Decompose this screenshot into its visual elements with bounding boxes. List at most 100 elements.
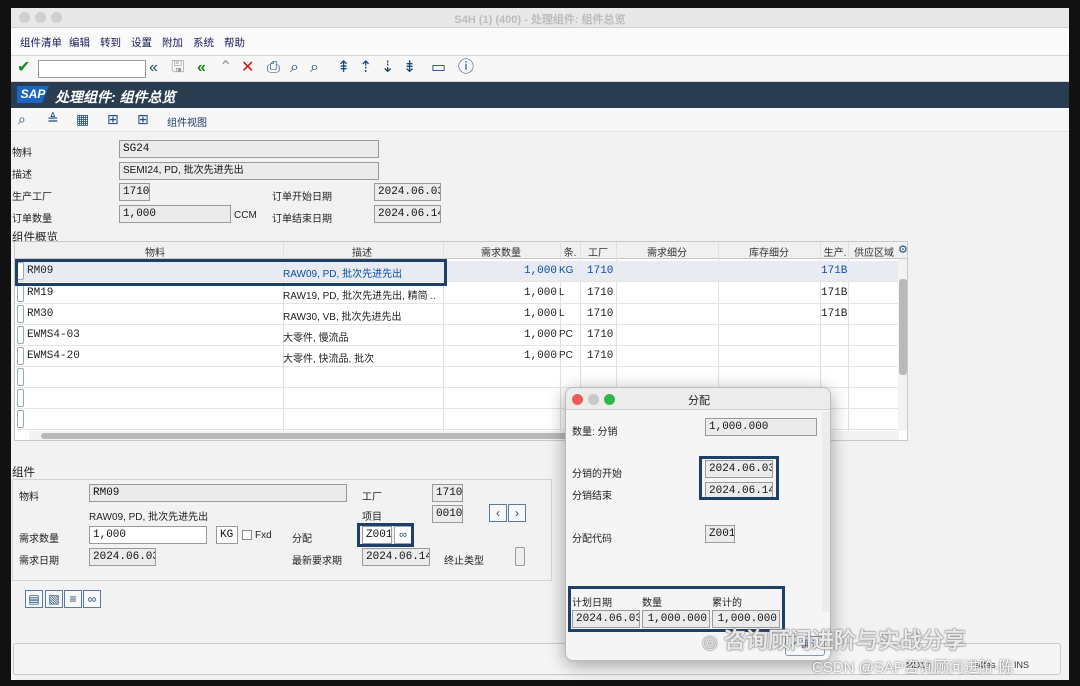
menu-edit[interactable]: 编辑 bbox=[69, 35, 90, 50]
header-plant-field[interactable]: 1710 bbox=[119, 183, 150, 201]
row-qty[interactable]: 1,000 bbox=[443, 329, 557, 341]
col-material[interactable]: 物料 bbox=[27, 244, 283, 259]
highlight-distribution-field bbox=[357, 523, 414, 547]
print-icon[interactable]: ⎙ bbox=[267, 58, 280, 78]
previous-item-button[interactable]: ‹ bbox=[489, 504, 507, 522]
row-plant[interactable]: 1710 bbox=[587, 265, 613, 277]
row-plant[interactable]: 1710 bbox=[587, 308, 613, 320]
find-next-icon[interactable]: ⌕ bbox=[310, 58, 319, 78]
row-plant[interactable]: 1710 bbox=[587, 287, 613, 299]
col-req-segment[interactable]: 需求细分 bbox=[617, 244, 717, 259]
header-desc-field[interactable]: SEMI24, PD, 批次先进先出 bbox=[119, 162, 379, 180]
deselect-all-icon[interactable]: ⊞ bbox=[107, 109, 119, 129]
chevron-right-icon: › bbox=[515, 506, 519, 520]
select-all-icon[interactable]: ▦ bbox=[76, 109, 89, 129]
window-titlebar: S4H (1) (400) - 处理组件: 组件总览 bbox=[11, 8, 1069, 28]
table-row[interactable]: EWMS4-20 大零件, 快流品, 批次 1,000 PC 1710 bbox=[15, 346, 907, 367]
order-start-field[interactable]: 2024.06.03 bbox=[374, 183, 441, 201]
comp-plant-field[interactable]: 1710 bbox=[432, 484, 463, 502]
horizontal-scroll-thumb[interactable] bbox=[41, 433, 581, 439]
col-stock-segment[interactable]: 库存细分 bbox=[719, 244, 819, 259]
component-view-button[interactable]: 组件视图 bbox=[167, 114, 207, 129]
back-icon[interactable]: « bbox=[197, 58, 206, 78]
app-title-bar: SAP 处理组件: 组件总览 bbox=[11, 82, 1069, 108]
row-qty[interactable]: 1,000 bbox=[443, 308, 557, 320]
exit-icon[interactable]: ⌃ bbox=[219, 58, 232, 78]
general-data-button[interactable]: ▤ bbox=[25, 590, 43, 608]
table-vertical-scrollbar[interactable] bbox=[898, 259, 907, 431]
row-qty[interactable]: 1,000 bbox=[443, 287, 557, 299]
menu-bar: 组件清单 编辑 转到 设置 附加 系统 帮助 bbox=[11, 28, 1069, 56]
component-detail-panel: 物料 RM09 工厂 1710 RAW09, PD, 批次先进先出 项目 001… bbox=[12, 479, 552, 581]
dialog-scrollbar[interactable] bbox=[822, 412, 830, 612]
last-page-icon[interactable]: ⇟ bbox=[403, 58, 416, 78]
fxd-checkbox[interactable] bbox=[242, 530, 252, 540]
row-material[interactable]: RM30 bbox=[27, 308, 53, 320]
vertical-scroll-thumb[interactable] bbox=[899, 279, 907, 375]
select-block-icon[interactable]: ⊞ bbox=[137, 109, 149, 129]
dlg-dist-code-label: 分配代码 bbox=[572, 534, 612, 545]
comp-material-field[interactable]: RM09 bbox=[89, 484, 347, 502]
row-plant[interactable]: 1710 bbox=[587, 329, 613, 341]
header-material-field[interactable]: SG24 bbox=[119, 140, 379, 158]
dialog-title: 分配 bbox=[688, 395, 710, 407]
row-material[interactable]: EWMS4-03 bbox=[27, 329, 80, 341]
end-type-dropdown[interactable] bbox=[515, 547, 525, 566]
save-icon[interactable]: 🖫 bbox=[171, 58, 185, 78]
comp-req-qty-field[interactable]: 1,000 bbox=[89, 526, 207, 544]
table-row-empty[interactable] bbox=[15, 367, 907, 388]
menu-extras[interactable]: 附加 bbox=[162, 35, 183, 50]
comp-req-unit-field[interactable]: KG bbox=[216, 526, 238, 544]
enter-check-icon[interactable]: ✔ bbox=[17, 58, 30, 78]
col-req-qty[interactable]: 需求数量 bbox=[443, 244, 559, 259]
help-icon[interactable]: ⓘ bbox=[458, 58, 474, 78]
row-qty[interactable]: 1,000 bbox=[443, 350, 557, 362]
command-history-icon[interactable]: « bbox=[149, 58, 158, 78]
comp-req-date-field[interactable]: 2024.06.03 bbox=[89, 548, 156, 566]
comp-latest-req-label: 最新要求期 bbox=[292, 556, 342, 567]
menu-component-list[interactable]: 组件清单 bbox=[20, 35, 62, 50]
comp-latest-req-field[interactable]: 2024.06.14 bbox=[362, 548, 430, 566]
standard-toolbar: ✔ « 🖫 « ⌃ ✕ ⎙ ⌕ ⌕ ⇞ ⇡ ⇣ ⇟ ▭ ⓘ bbox=[11, 56, 1069, 82]
table-row[interactable]: EWMS4-03 大零件, 慢流品 1,000 PC 1710 bbox=[15, 325, 907, 346]
menu-goto[interactable]: 转到 bbox=[100, 35, 121, 50]
first-page-icon[interactable]: ⇞ bbox=[337, 58, 350, 78]
menu-settings[interactable]: 设置 bbox=[131, 35, 152, 50]
comp-item-field[interactable]: 0010 bbox=[432, 505, 463, 523]
next-item-button[interactable]: › bbox=[508, 504, 526, 522]
header-qty-field[interactable]: 1,000 bbox=[119, 205, 231, 223]
column-settings-icon[interactable]: ⚙ bbox=[898, 243, 907, 256]
row-unit: KG bbox=[559, 265, 574, 276]
comp-req-date-label: 需求日期 bbox=[19, 556, 59, 567]
mrp-button[interactable]: ≡ bbox=[64, 590, 82, 608]
new-session-icon[interactable]: ▭ bbox=[431, 58, 446, 78]
cancel-icon[interactable]: ✕ bbox=[241, 58, 254, 78]
glasses-view-button[interactable]: ∞ bbox=[83, 590, 101, 608]
dlg-qty-field[interactable]: 1,000.000 bbox=[705, 418, 817, 436]
col-prod[interactable]: 生产. bbox=[821, 244, 849, 259]
row-material[interactable]: RM19 bbox=[27, 287, 53, 299]
zoom-detail-icon[interactable]: ⌕ bbox=[18, 109, 26, 129]
find-icon[interactable]: ⌕ bbox=[290, 58, 299, 78]
table-row[interactable]: RM30 RAW30, VB, 批次先进先出 1,000 L 1710 171B bbox=[15, 304, 907, 325]
watermark-text: ◎ 咨询顾问进阶与实战分享 bbox=[702, 628, 966, 653]
dlg-dist-code-field[interactable]: Z001 bbox=[705, 525, 735, 543]
order-end-field[interactable]: 2024.06.14 bbox=[374, 205, 441, 223]
col-supply-area[interactable]: 供应区域 bbox=[849, 244, 899, 259]
previous-page-icon[interactable]: ⇡ bbox=[359, 58, 372, 78]
col-plant[interactable]: 工厂 bbox=[581, 244, 615, 259]
col-unit[interactable]: 条. bbox=[561, 244, 579, 259]
row-qty[interactable]: 1,000 bbox=[443, 265, 557, 277]
table-header: 物料 描述 需求数量 条. 工厂 需求细分 库存细分 生产. 供应区域 ⚙ bbox=[15, 242, 907, 259]
row-plant[interactable]: 1710 bbox=[587, 350, 613, 362]
command-field[interactable] bbox=[38, 60, 146, 78]
col-description[interactable]: 描述 bbox=[283, 244, 441, 259]
row-material[interactable]: EWMS4-20 bbox=[27, 350, 80, 362]
text-button[interactable]: ▧ bbox=[45, 590, 63, 608]
table-row[interactable]: RM19 RAW19, PD, 批次先进先出, 精简 .. 1,000 L 17… bbox=[15, 283, 907, 304]
menu-system[interactable]: 系统 bbox=[193, 35, 214, 50]
next-page-icon[interactable]: ⇣ bbox=[381, 58, 394, 78]
menu-help[interactable]: 帮助 bbox=[224, 35, 245, 50]
sort-icon[interactable]: ≜ bbox=[47, 109, 59, 129]
comp-material-label: 物料 bbox=[19, 492, 39, 503]
